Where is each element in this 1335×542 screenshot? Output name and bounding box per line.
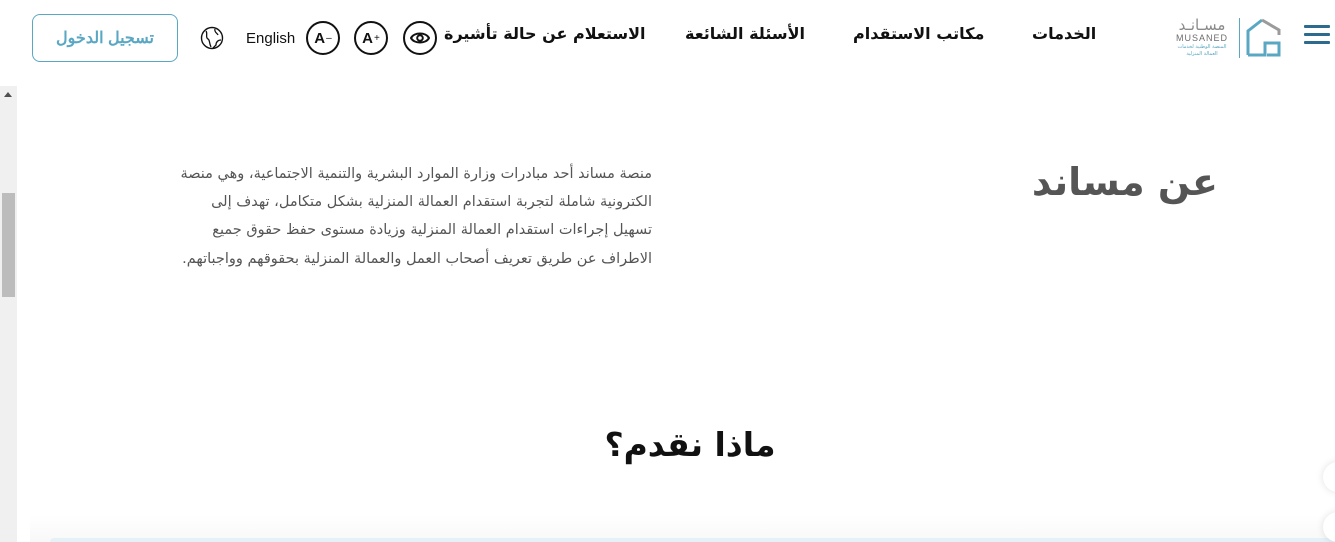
nav-services[interactable]: الخدمات — [1032, 24, 1096, 50]
plus-sign: + — [374, 32, 380, 44]
menu-bar — [1304, 33, 1330, 36]
login-button[interactable]: تسجيل الدخول — [32, 14, 178, 62]
logo-arabic: مسـانـد — [1178, 16, 1226, 34]
site-header: تسجيل الدخول English A – A + الاستعلام عن … — [0, 0, 1335, 78]
about-heading: عن مساند — [1031, 160, 1218, 204]
hamburger-menu-button[interactable] — [1304, 25, 1330, 47]
scroll-up-arrow-icon[interactable] — [4, 92, 12, 97]
what-we-offer-heading: ماذا نقدم؟ — [604, 425, 776, 464]
logo-text: مسـانـد MUSANED المنصة الوطنية لخدمات ال… — [1170, 18, 1234, 58]
menu-bar — [1304, 41, 1330, 44]
logo-english: MUSANED — [1175, 33, 1228, 43]
vertical-scrollbar[interactable] — [0, 86, 17, 542]
logo-divider — [1239, 18, 1240, 58]
nav-visa-inquiry[interactable]: الاستعلام عن حالة تأشيرة — [444, 24, 646, 50]
nav-faq[interactable]: الأسئلة الشائعة — [685, 24, 805, 50]
font-increase-button[interactable]: A + — [354, 21, 388, 55]
font-increase-label: A — [362, 29, 373, 47]
musaned-logo[interactable]: مسـانـد MUSANED المنصة الوطنية لخدمات ال… — [1170, 14, 1285, 62]
floating-action-button[interactable] — [1323, 462, 1335, 492]
services-card-edge — [50, 538, 1335, 542]
menu-bar — [1304, 25, 1330, 28]
eye-icon — [410, 32, 430, 44]
accessibility-eye-button[interactable] — [403, 21, 437, 55]
house-logo-icon — [1246, 18, 1281, 57]
font-decrease-label: A — [314, 29, 326, 47]
logo-subtitle-2: العمالة المنزلية — [1186, 51, 1218, 57]
about-description: منصة مساند أحد مبادرات وزارة الموارد الب… — [180, 166, 652, 267]
globe-icon — [200, 26, 224, 50]
scrollbar-thumb[interactable] — [2, 193, 15, 297]
minus-sign: – — [326, 32, 332, 44]
logo-subtitle-1: المنصة الوطنية لخدمات — [1177, 44, 1227, 50]
language-switcher[interactable]: English — [200, 24, 295, 52]
font-decrease-button[interactable]: A – — [306, 21, 340, 55]
nav-recruitment-offices[interactable]: مكاتب الاستقدام — [853, 24, 984, 50]
language-label: English — [246, 29, 296, 47]
